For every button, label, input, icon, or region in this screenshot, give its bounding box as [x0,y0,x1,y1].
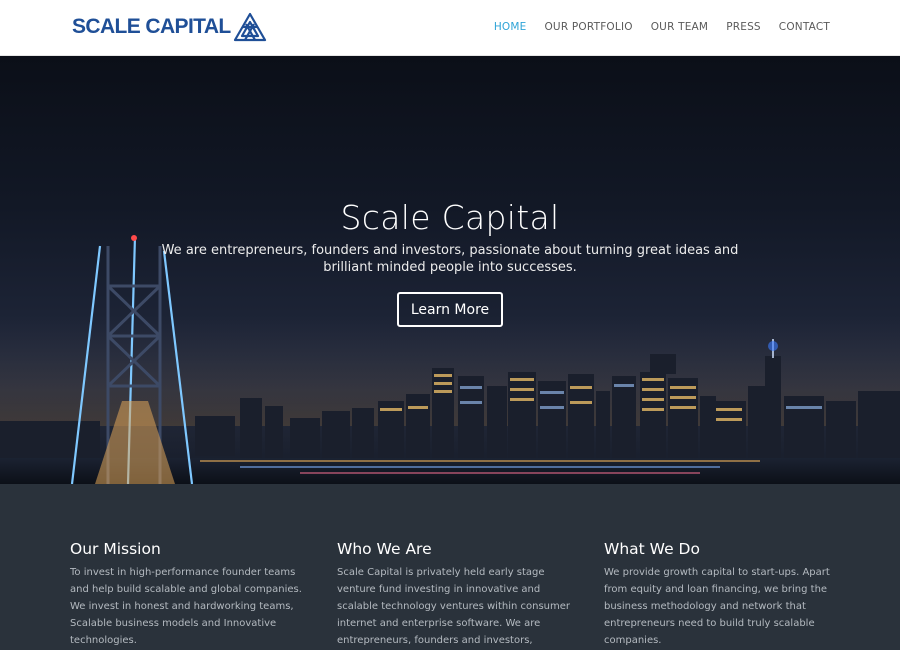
feature-what-we-do: What We Do We provide growth capital to … [604,540,839,649]
nav-home[interactable]: HOME [494,21,527,33]
nav-press[interactable]: PRESS [726,21,761,33]
learn-more-button[interactable]: Learn More [397,292,503,327]
nav-our-portfolio[interactable]: OUR PORTFOLIO [544,21,632,33]
logo[interactable]: SCALE CAPITAL [72,12,267,42]
nav-our-team[interactable]: OUR TEAM [651,21,708,33]
feature-heading: Our Mission [70,540,161,558]
logo-text: SCALE CAPITAL [72,15,231,38]
feature-who-we-are: Who We Are Scale Capital is privately he… [337,540,572,650]
triangle-logo-icon [233,12,266,42]
feature-our-mission: Our Mission To invest in high-performanc… [70,540,305,649]
hero-title: Scale Capital [340,198,560,237]
main-nav: HOME OUR PORTFOLIO OUR TEAM PRESS CONTAC… [494,21,830,33]
feature-text: Scale Capital is privately held early st… [337,567,571,646]
features-section: Our Mission To invest in high-performanc… [0,484,900,650]
feature-text: We provide growth capital to start-ups. … [604,567,830,646]
site-header: SCALE CAPITAL HOME OUR PORTFOLIO OUR TEA… [0,0,900,56]
feature-text: To invest in high-performance founder te… [70,567,302,646]
feature-heading: What We Do [604,540,700,558]
nav-contact[interactable]: CONTACT [779,21,830,33]
hero-section: Scale Capital We are entrepreneurs, foun… [0,56,900,484]
hero-subtitle: We are entrepreneurs, founders and inves… [161,243,739,275]
feature-heading: Who We Are [337,540,432,558]
